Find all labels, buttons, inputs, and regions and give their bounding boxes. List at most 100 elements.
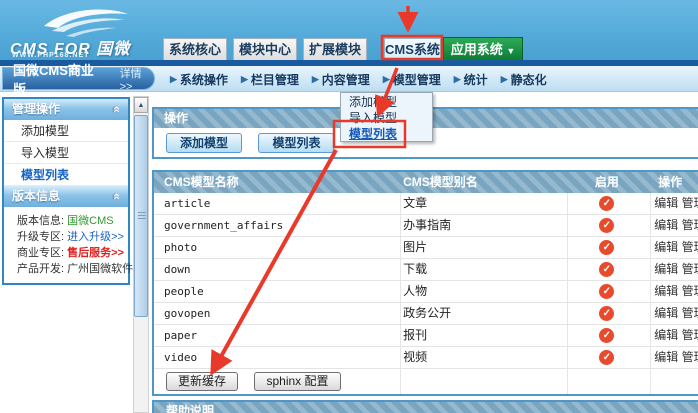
enabled-check-icon[interactable]: ✓ [599, 240, 614, 255]
edit-link[interactable]: 编辑 [654, 240, 678, 254]
menu-arrow-icon: ▶ [454, 74, 461, 85]
brand-name: 国微CMS商业版 [13, 60, 106, 98]
model-alias: 政务公开 [399, 303, 565, 324]
tab-extend-module[interactable]: 扩展模块 [303, 38, 367, 60]
edit-link[interactable]: 编辑 [654, 350, 678, 364]
model-name: photo [154, 237, 399, 258]
model-name: government_affairs [154, 215, 399, 236]
tab-system-core[interactable]: 系统核心 [163, 38, 227, 60]
edit-link[interactable]: 编辑 [654, 284, 678, 298]
menu-item-column-manage[interactable]: ▶栏目管理 [241, 71, 299, 88]
enabled-check-icon[interactable]: ✓ [599, 262, 614, 277]
caret-down-icon: ▼ [506, 46, 515, 56]
enabled-check-icon[interactable]: ✓ [599, 218, 614, 233]
table-column-divider [567, 193, 568, 394]
enabled-check-icon[interactable]: ✓ [599, 328, 614, 343]
upgrade-link[interactable]: 进入升级>> [67, 231, 124, 243]
model-table-panel: CMS模型名称 CMS模型别名 启用 操作 article 文章 ✓ 编辑 管理… [152, 170, 698, 396]
detail-link[interactable]: 详情>> [120, 65, 154, 93]
model-alias: 图片 [399, 237, 565, 258]
scroll-up-button[interactable]: ▲ [134, 97, 148, 113]
version-row: 产品开发: 广州国微软件 [4, 261, 128, 277]
logo-subtitle: WWW.PHP168.NET [12, 52, 89, 59]
version-label: 商业专区: [17, 247, 64, 259]
model-name: people [154, 281, 399, 302]
sidebar-section-manage-header[interactable]: 管理操作 « [4, 99, 128, 120]
edit-link[interactable]: 编辑 [654, 218, 678, 232]
tab-module-center[interactable]: 模块中心 [233, 38, 297, 60]
enabled-check-icon[interactable]: ✓ [599, 306, 614, 321]
table-column-divider [650, 193, 651, 394]
top-menu: ▶系统操作 ▶栏目管理 ▶内容管理 ▶模型管理 ▶统计 ▶静态化 [170, 66, 547, 92]
manage-link[interactable]: 管理 [682, 284, 698, 298]
manage-link[interactable]: 管理 [682, 328, 698, 342]
manage-link[interactable]: 管理 [682, 306, 698, 320]
enabled-check-icon[interactable]: ✓ [599, 350, 614, 365]
edit-link[interactable]: 编辑 [654, 262, 678, 276]
model-name: paper [154, 325, 399, 346]
menu-item-content-manage[interactable]: ▶内容管理 [312, 71, 370, 88]
model-name: video [154, 347, 399, 368]
col-header-enabled: 启用 [566, 172, 649, 193]
update-cache-button[interactable]: 更新缓存 [166, 372, 238, 391]
sphinx-config-button[interactable]: sphinx 配置 [254, 372, 340, 391]
logo-swoosh-icon [36, 6, 132, 38]
logo: CMS FOR 国微 WWW.PHP168.NET [8, 2, 158, 58]
scrollbar-thumb[interactable] [134, 115, 148, 317]
after-sales-link[interactable]: 售后服务>> [67, 247, 124, 259]
menu-item-model-manage[interactable]: ▶模型管理 [383, 71, 441, 88]
menu-item-label: 统计 [464, 71, 488, 88]
vertical-scrollbar[interactable]: ▲ [133, 96, 149, 413]
dropdown-item-import-model[interactable]: 导入模型 [341, 110, 432, 126]
menu-item-label: 内容管理 [322, 71, 370, 88]
dropdown-item-model-list[interactable]: 模型列表 [341, 126, 432, 142]
table-footer: 更新缓存 sphinx 配置 [154, 369, 698, 394]
sidebar-section-version-header[interactable]: 版本信息 « [4, 186, 128, 207]
enabled-check-icon[interactable]: ✓ [599, 284, 614, 299]
dropdown-item-add-model[interactable]: 添加模型 [341, 94, 432, 110]
col-header-model-name: CMS模型名称 [154, 172, 399, 193]
menu-item-stats[interactable]: ▶统计 [454, 71, 488, 88]
version-row: 商业专区: 售后服务>> [4, 245, 128, 261]
version-row: 升级专区: 进入升级>> [4, 229, 128, 245]
enabled-check-icon[interactable]: ✓ [599, 196, 614, 211]
table-row: down 下载 ✓ 编辑 管理 [154, 259, 698, 281]
table-row: govopen 政务公开 ✓ 编辑 管理 [154, 303, 698, 325]
sidebar-section-manage-title: 管理操作 [12, 99, 60, 120]
edit-link[interactable]: 编辑 [654, 306, 678, 320]
table-row: article 文章 ✓ 编辑 管理 [154, 193, 698, 215]
manage-link[interactable]: 管理 [682, 350, 698, 364]
help-panel: 帮助说明 [152, 400, 698, 413]
col-header-model-alias: CMS模型别名 [399, 172, 565, 193]
sidebar-section-version-title: 版本信息 [12, 186, 60, 207]
model-name: down [154, 259, 399, 280]
menu-item-static[interactable]: ▶静态化 [501, 71, 547, 88]
menu-item-label: 静态化 [511, 71, 547, 88]
version-value: 国微CMS [67, 215, 113, 227]
help-panel-title: 帮助说明 [154, 402, 698, 413]
sidebar-item-add-model[interactable]: 添加模型 [4, 120, 128, 142]
table-column-divider [400, 193, 401, 394]
model-list-button[interactable]: 模型列表 [258, 133, 334, 153]
edit-link[interactable]: 编辑 [654, 328, 678, 342]
edit-link[interactable]: 编辑 [654, 196, 678, 210]
table-row: video 视频 ✓ 编辑 管理 [154, 347, 698, 369]
sub-nav: 国微CMS商业版 详情>> ▶系统操作 ▶栏目管理 ▶内容管理 ▶模型管理 ▶统… [0, 66, 698, 92]
app-system-label: 应用系统 [451, 42, 503, 57]
menu-item-system-ops[interactable]: ▶系统操作 [170, 71, 228, 88]
table-header-row: CMS模型名称 CMS模型别名 启用 操作 [154, 172, 698, 193]
model-alias: 办事指南 [399, 215, 565, 236]
manage-link[interactable]: 管理 [682, 218, 698, 232]
manage-link[interactable]: 管理 [682, 262, 698, 276]
manage-link[interactable]: 管理 [682, 240, 698, 254]
model-name: article [154, 193, 399, 214]
tab-cms-system[interactable]: CMS系统 [384, 38, 441, 60]
app-system-button[interactable]: 应用系统 ▼ [443, 37, 523, 61]
version-row: 版本信息: 国微CMS [4, 213, 128, 229]
sidebar-item-model-list[interactable]: 模型列表 [4, 164, 128, 186]
scrollbar-grip [138, 212, 146, 220]
brand-pill: 国微CMS商业版 详情>> [2, 67, 155, 90]
sidebar-item-import-model[interactable]: 导入模型 [4, 142, 128, 164]
manage-link[interactable]: 管理 [682, 196, 698, 210]
add-model-button[interactable]: 添加模型 [166, 133, 242, 153]
